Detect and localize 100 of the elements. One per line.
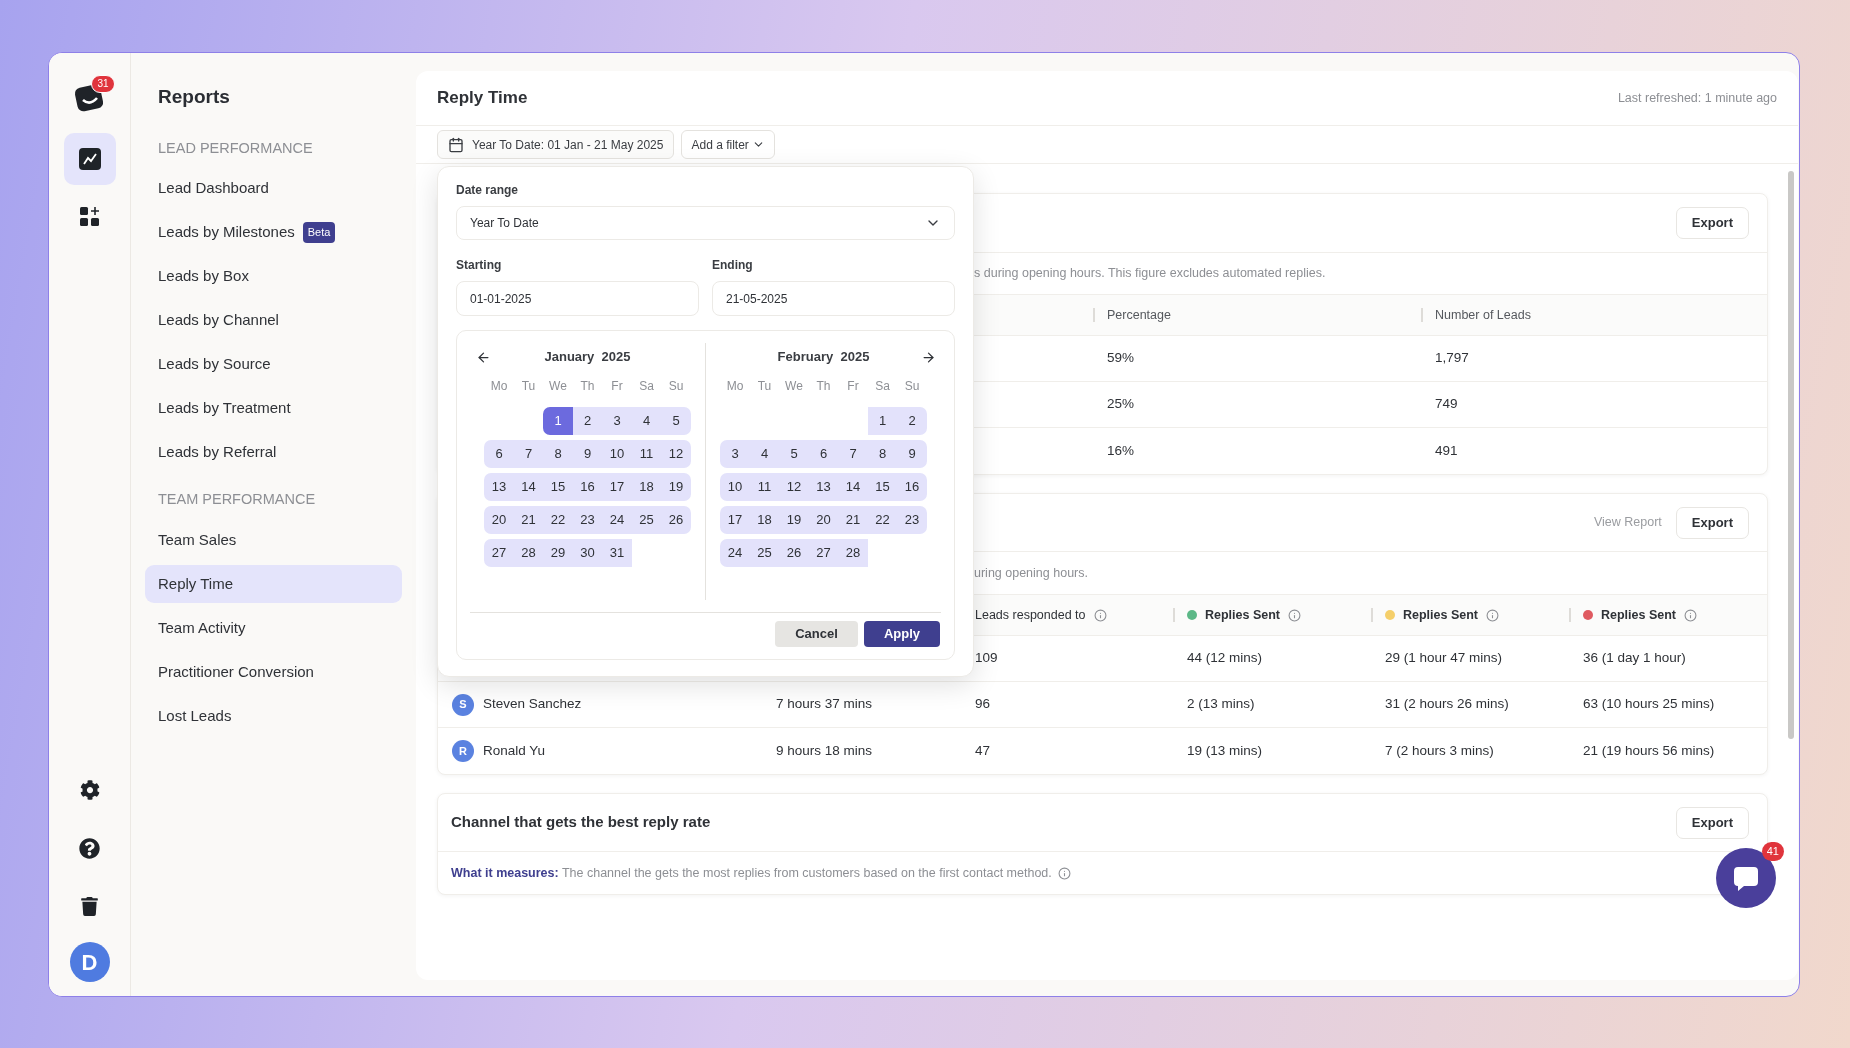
- date-input-field[interactable]: 21-05-2025: [712, 281, 955, 316]
- chat-icon: [1732, 864, 1760, 892]
- calendar-day[interactable]: 16: [897, 473, 927, 501]
- table-cell: 7 hours 37 mins: [776, 696, 873, 712]
- calendar-day[interactable]: 11: [749, 473, 780, 501]
- apply-button[interactable]: Apply: [864, 621, 940, 647]
- calendar-day[interactable]: 31: [602, 539, 632, 567]
- sidebar-item[interactable]: Leads by Source: [145, 345, 402, 384]
- column-header: Leads responded to: [975, 606, 1086, 624]
- calendar-day[interactable]: 19: [661, 473, 691, 501]
- calendar-day[interactable]: 10: [720, 473, 750, 501]
- calendar-day[interactable]: 15: [867, 473, 898, 501]
- sidebar-item[interactable]: Leads by Milestones Beta: [145, 213, 402, 252]
- table-cell: 63 (10 hours 25 mins): [1583, 696, 1715, 712]
- calendar-day[interactable]: 2: [897, 407, 927, 435]
- weekday-label: Mo: [489, 378, 509, 395]
- add-filter-button[interactable]: Add a filter: [681, 130, 775, 159]
- calendar-day[interactable]: 3: [720, 440, 750, 468]
- page-title: Reply Time: [437, 87, 528, 110]
- calendar-day[interactable]: 19: [779, 506, 809, 534]
- calendar-day[interactable]: 14: [838, 473, 868, 501]
- calendar-day[interactable]: 5: [779, 440, 809, 468]
- sidebar-item[interactable]: Lead Dashboard: [145, 169, 402, 208]
- export-button[interactable]: Export: [1675, 207, 1749, 239]
- calendar-day[interactable]: 22: [543, 506, 573, 534]
- weekday-label: We: [784, 378, 804, 395]
- calendar-day[interactable]: 16: [572, 473, 603, 501]
- sidebar-item[interactable]: Team Sales: [145, 521, 402, 559]
- calendar-day[interactable]: 23: [897, 506, 927, 534]
- user-avatar[interactable]: D: [69, 942, 110, 982]
- calendar-day[interactable]: 4: [749, 440, 780, 468]
- table-cell: 96: [975, 696, 991, 712]
- section-heading: LEAD PERFORMANCE: [157, 138, 314, 158]
- calendar-day[interactable]: 27: [808, 539, 839, 567]
- calendar-day[interactable]: 26: [661, 506, 691, 534]
- calendar-day[interactable]: 18: [749, 506, 780, 534]
- user-avatar: R: [452, 740, 474, 762]
- calendar-day[interactable]: 18: [631, 473, 662, 501]
- calendar-day[interactable]: 20: [484, 506, 514, 534]
- calendar-day[interactable]: 8: [543, 440, 573, 468]
- sidebar-item-label: Lost Leads: [158, 705, 232, 726]
- calendar-day[interactable]: 25: [631, 506, 662, 534]
- calendar-day[interactable]: 9: [572, 440, 603, 468]
- reports-nav-button[interactable]: [63, 133, 116, 185]
- calendar-day[interactable]: 6: [808, 440, 839, 468]
- calendar-day[interactable]: 14: [513, 473, 544, 501]
- sidebar-item[interactable]: Leads by Treatment: [145, 389, 402, 428]
- calendar-day[interactable]: 13: [484, 473, 514, 501]
- calendar-day[interactable]: 25: [749, 539, 780, 567]
- calendar-day[interactable]: 24: [602, 506, 632, 534]
- calendar-day[interactable]: 17: [720, 506, 750, 534]
- sidebar-item[interactable]: Leads by Referral: [145, 433, 402, 472]
- calendar-day[interactable]: 1: [867, 407, 898, 435]
- calendar-day[interactable]: 22: [867, 506, 898, 534]
- calendar-day[interactable]: 6: [484, 440, 514, 468]
- sidebar-item[interactable]: Lost Leads: [145, 697, 402, 735]
- sidebar-item[interactable]: Reply Time: [145, 565, 402, 603]
- calendar-day[interactable]: 27: [484, 539, 514, 567]
- sidebar-item[interactable]: Practitioner Conversion: [145, 653, 402, 691]
- table-cell-text: Steven Sanchez: [483, 695, 582, 714]
- calendar-day[interactable]: 28: [513, 539, 544, 567]
- calendar-day[interactable]: 21: [838, 506, 868, 534]
- field-label: Date range: [456, 182, 520, 199]
- calendar-day[interactable]: 11: [631, 440, 662, 468]
- calendar-day[interactable]: 24: [720, 539, 750, 567]
- calendar-day[interactable]: 28: [838, 539, 868, 567]
- calendar-day[interactable]: 12: [779, 473, 809, 501]
- calendar-day[interactable]: 2: [572, 407, 603, 435]
- calendar-day[interactable]: 4: [631, 407, 662, 435]
- calendar-day[interactable]: 20: [808, 506, 839, 534]
- calendar-day[interactable]: 7: [513, 440, 544, 468]
- calendar-day[interactable]: 9: [897, 440, 927, 468]
- export-button[interactable]: Export: [1675, 806, 1749, 839]
- sidebar-item[interactable]: Leads by Box: [145, 257, 402, 296]
- calendar-day[interactable]: 8: [867, 440, 898, 468]
- date-range-select[interactable]: Year To Date: [456, 206, 955, 240]
- calendar-day[interactable]: 26: [779, 539, 809, 567]
- calendar-day[interactable]: 13: [808, 473, 839, 501]
- measure-description: What it measures: The channel the gets the most replies from customers based on the first contact method.: [451, 864, 1052, 882]
- calendar-day[interactable]: 30: [572, 539, 603, 567]
- calendar-day[interactable]: 10: [602, 440, 632, 468]
- calendar-day[interactable]: 12: [661, 440, 691, 468]
- info-icon: [1684, 608, 1698, 622]
- calendar-day[interactable]: 23: [572, 506, 603, 534]
- calendar-day[interactable]: 17: [602, 473, 632, 501]
- date-input-field[interactable]: 01-01-2025: [456, 281, 699, 316]
- sidebar-item[interactable]: Team Activity: [145, 609, 402, 647]
- export-button[interactable]: Export: [1675, 506, 1749, 539]
- calendar-day[interactable]: 21: [513, 506, 544, 534]
- table-cell: 31 (2 hours 26 mins): [1385, 696, 1509, 712]
- calendar-day[interactable]: 7: [838, 440, 868, 468]
- sidebar-item-label: Team Activity: [158, 617, 246, 638]
- calendar-day[interactable]: 15: [543, 473, 573, 501]
- date-filter-button[interactable]: Year To Date: 01 Jan - 21 May 2025: [437, 130, 675, 159]
- cancel-button[interactable]: Cancel: [775, 621, 858, 647]
- calendar-day[interactable]: 3: [602, 407, 632, 435]
- calendar-day[interactable]: 1: [543, 407, 573, 435]
- sidebar-item[interactable]: Leads by Channel: [145, 301, 402, 340]
- calendar-day[interactable]: 29: [543, 539, 573, 567]
- calendar-day[interactable]: 5: [661, 407, 691, 435]
